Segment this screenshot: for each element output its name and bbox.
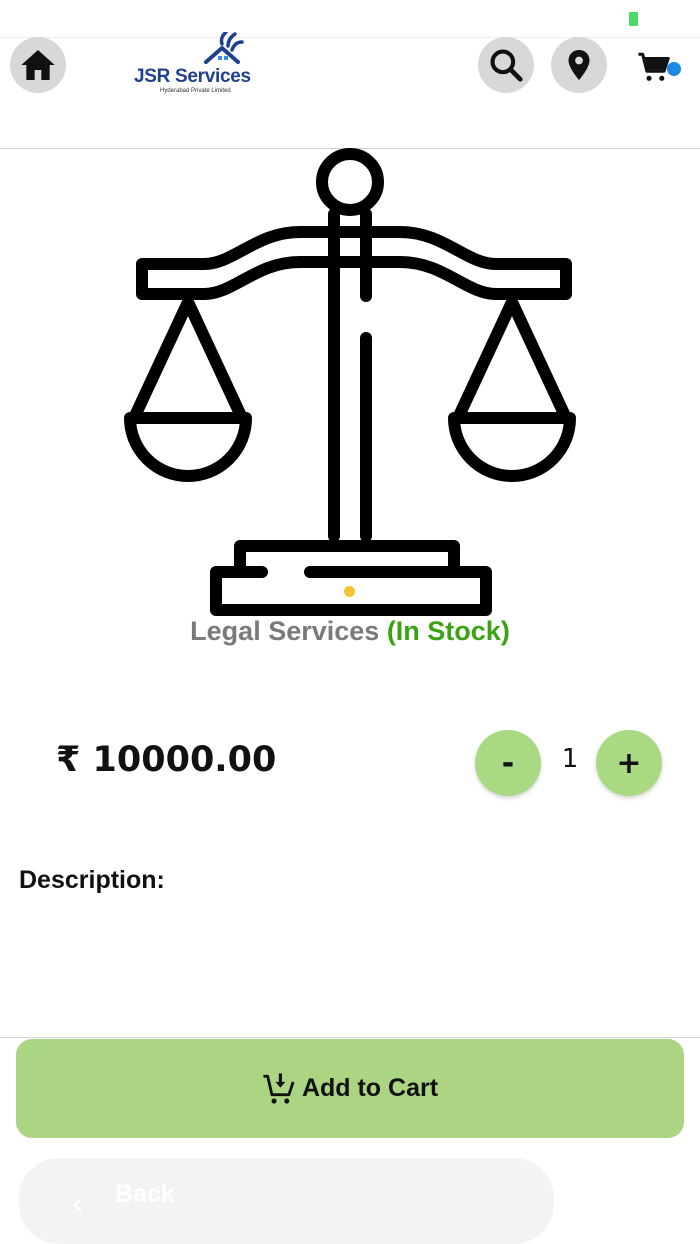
add-to-cart-icon [263, 1072, 295, 1104]
back-label: Back [115, 1180, 175, 1208]
search-button[interactable] [478, 37, 534, 93]
logo-mark-icon [204, 32, 244, 64]
carousel-dot[interactable] [344, 586, 355, 597]
status-bar [0, 0, 700, 38]
scales-of-justice-icon [124, 148, 576, 616]
quantity-increase-button[interactable]: + [596, 730, 662, 796]
add-to-cart-button[interactable]: Add to Cart [16, 1039, 684, 1138]
product-image [124, 148, 576, 616]
product-name: Legal Services [190, 616, 380, 646]
add-to-cart-label: Add to Cart [301, 1074, 439, 1102]
back-button[interactable]: ‹ Back [19, 1158, 554, 1244]
stock-status: (In Stock) [386, 616, 510, 646]
quantity-value: 1 [561, 744, 579, 774]
battery-icon [629, 12, 638, 26]
cart-badge [667, 62, 681, 76]
search-icon [490, 49, 523, 82]
product-title: Legal Services (In Stock) [0, 616, 700, 656]
description-label: Description: [19, 866, 165, 894]
quantity-decrease-button[interactable]: - [475, 730, 541, 796]
home-icon [21, 50, 55, 80]
chevron-left-icon: ‹ [71, 1184, 85, 1224]
footer-divider [0, 1037, 700, 1038]
product-price: ₹ 10000.00 [56, 740, 277, 780]
logo-text: JSR Services [134, 66, 251, 87]
logo-subtitle: Hyderabad Private Limited [160, 88, 231, 94]
location-pin-icon [568, 50, 590, 80]
home-button[interactable] [10, 37, 66, 93]
location-button[interactable] [551, 37, 607, 93]
brand-logo[interactable]: JSR Services Hyderabad Private Limited [130, 32, 260, 94]
